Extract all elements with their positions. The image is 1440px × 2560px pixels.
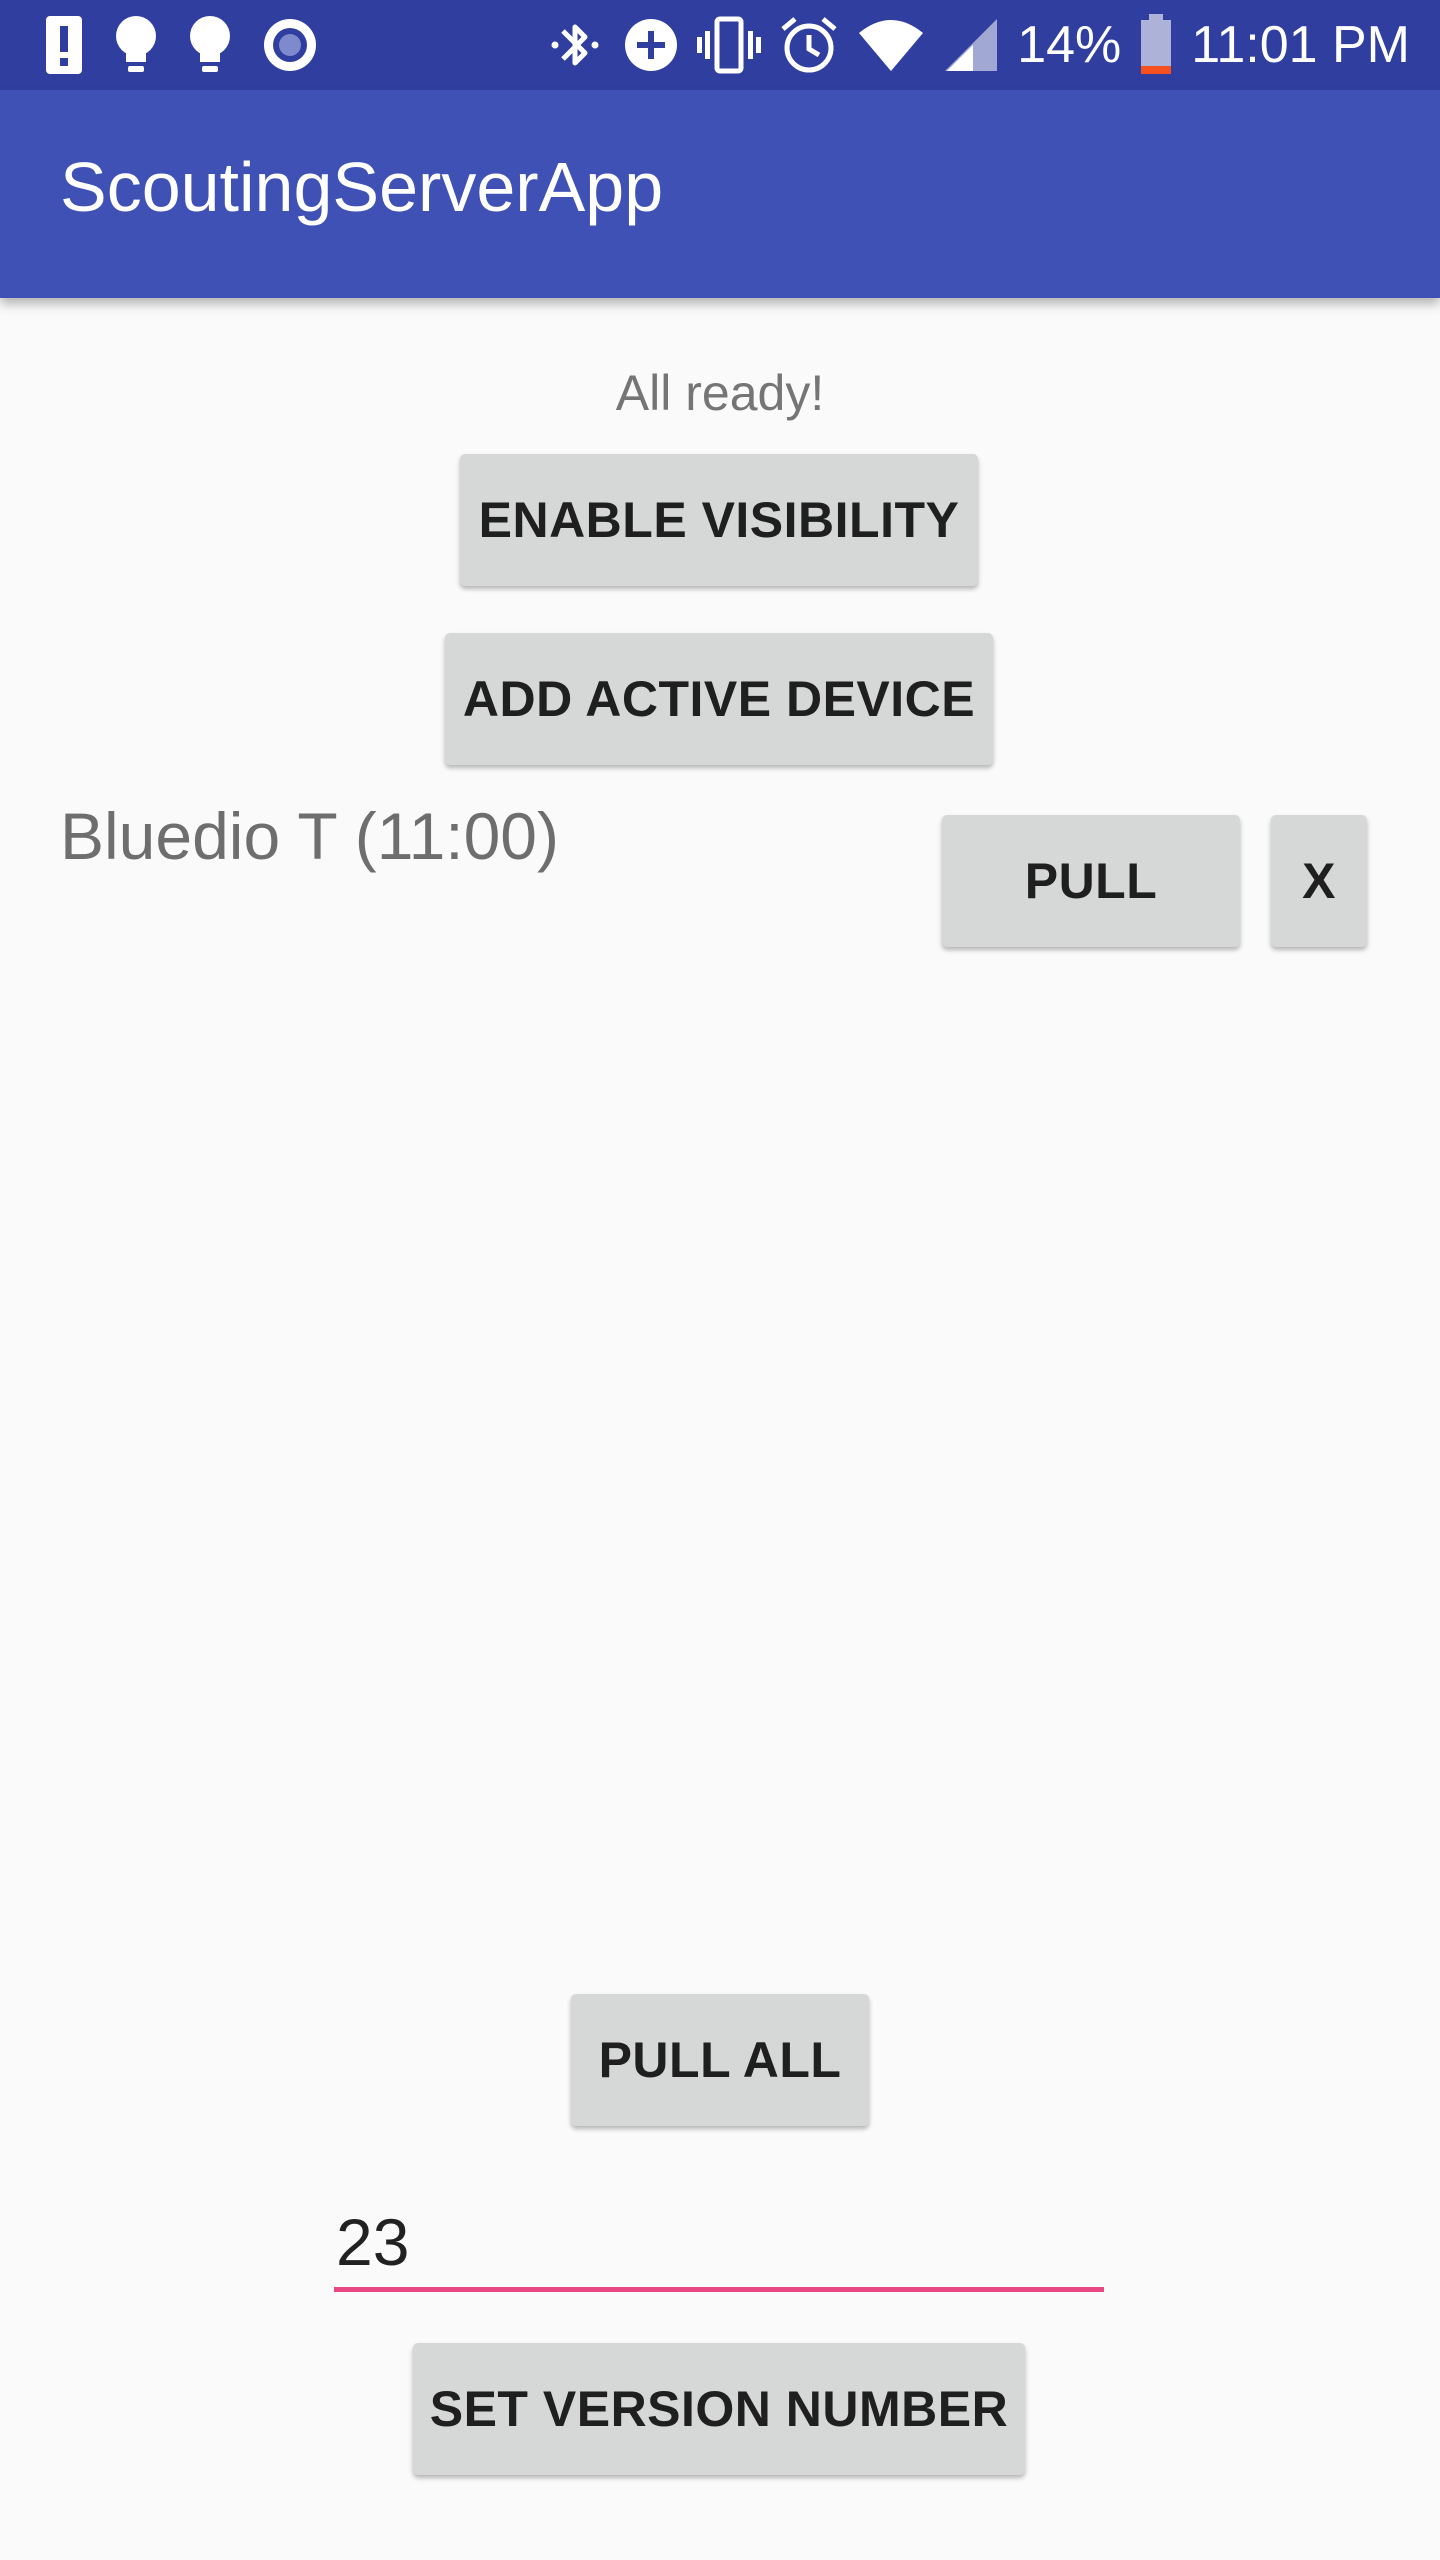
device-name: Bluedio T (11:00) — [60, 799, 559, 873]
notification-icons — [44, 14, 318, 76]
clock: 11:01 PM — [1191, 16, 1410, 74]
set-version-number-button[interactable]: SET VERSION NUMBER — [413, 2343, 1025, 2475]
system-icons: 14% 11:01 PM — [545, 10, 1410, 80]
status-bar: 14% 11:01 PM — [0, 0, 1440, 90]
lightbulb-icon — [114, 14, 158, 76]
alert-icon — [44, 14, 84, 76]
pull-all-button[interactable]: PULL ALL — [571, 1994, 869, 2126]
wifi-icon — [857, 17, 925, 73]
alarm-icon — [779, 15, 839, 75]
signal-icon — [943, 17, 999, 73]
battery-icon — [1139, 14, 1173, 76]
status-message: All ready! — [615, 365, 825, 421]
add-active-device-button[interactable]: ADD ACTIVE DEVICE — [445, 633, 993, 765]
bluetooth-icon — [545, 15, 605, 75]
record-icon — [262, 17, 318, 73]
enable-visibility-button[interactable]: ENABLE VISIBILITY — [460, 454, 978, 586]
vibrate-icon — [697, 15, 762, 75]
version-number-input[interactable] — [334, 2196, 1104, 2292]
pull-button[interactable]: PULL — [942, 815, 1240, 947]
app-bar: ScoutingServerApp — [0, 90, 1440, 298]
app-title: ScoutingServerApp — [60, 148, 664, 226]
battery-percent: 14% — [1017, 16, 1122, 74]
remove-device-button[interactable]: X — [1271, 815, 1367, 947]
lightbulb-icon — [188, 14, 232, 76]
data-saver-icon — [623, 17, 679, 73]
